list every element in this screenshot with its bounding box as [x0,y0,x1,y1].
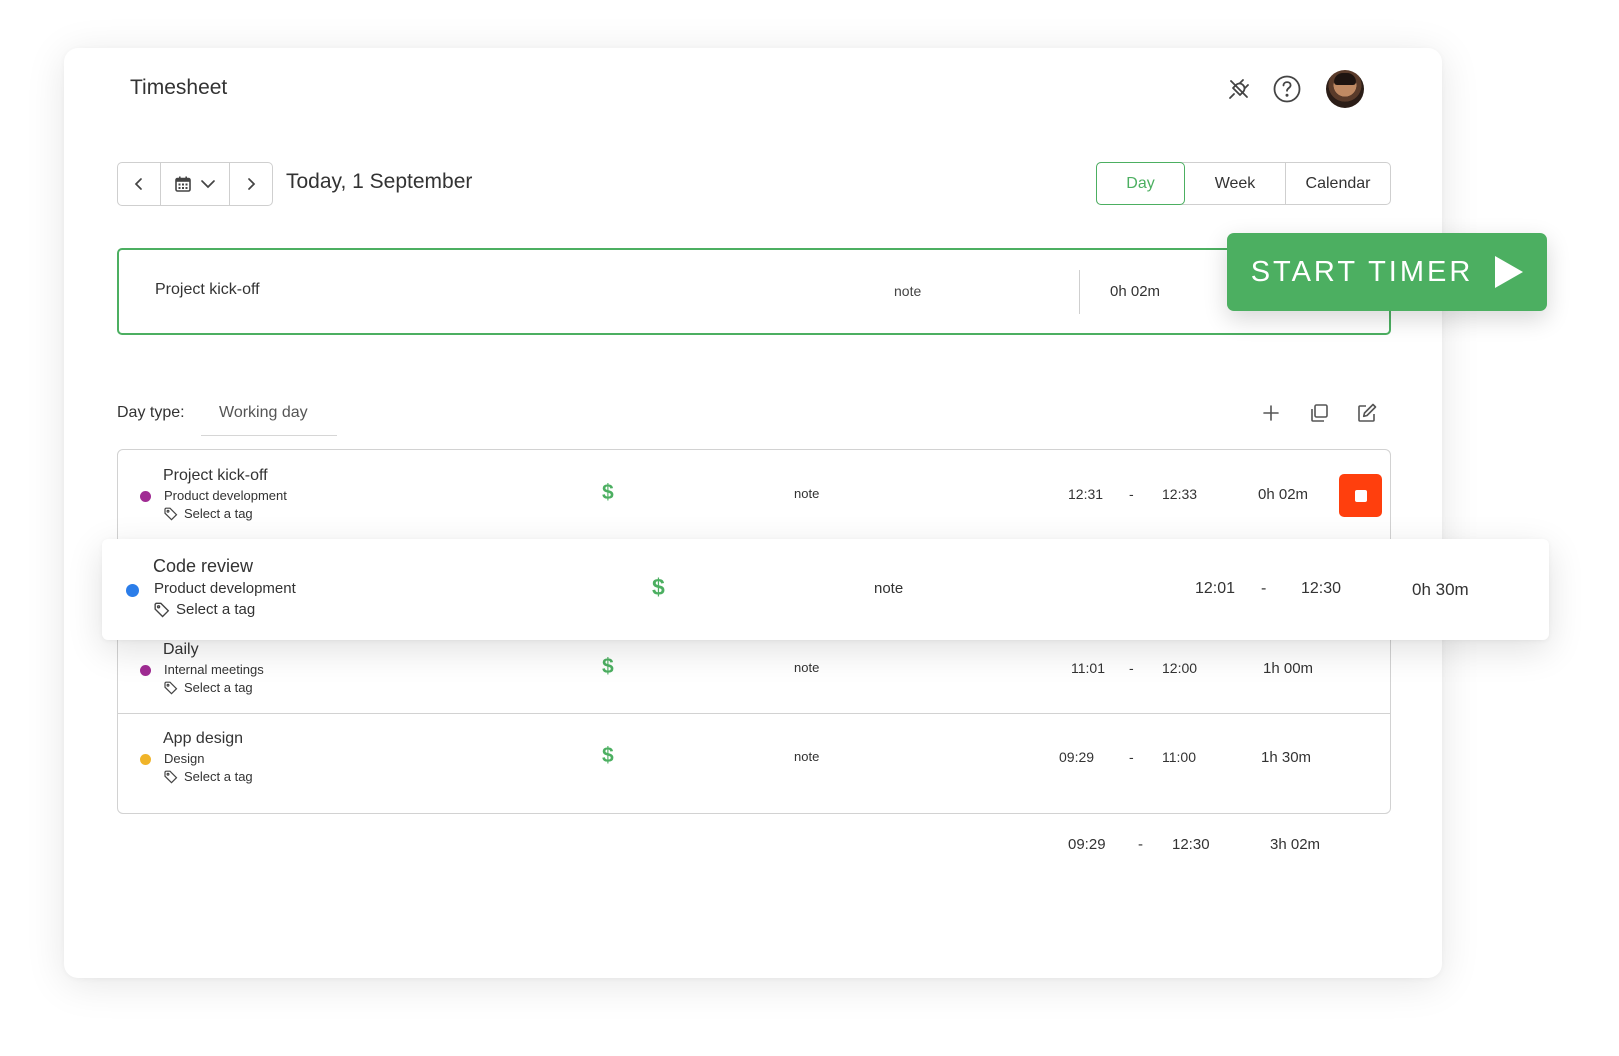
total-end-time: 12:30 [1172,836,1210,853]
entry-start-time[interactable]: 09:29 [1059,749,1094,765]
entry-duration: 0h 30m [1412,580,1469,599]
edit-entries-button[interactable] [1354,400,1380,426]
entry-start-time[interactable]: 11:01 [1071,660,1105,676]
entry-task[interactable]: App design [163,730,243,748]
entry-note[interactable]: note [794,486,819,501]
totals-row: 09:29 - 12:30 3h 02m [0,836,1619,856]
time-separator: - [1138,836,1143,853]
time-separator: - [1129,749,1134,765]
user-avatar[interactable] [1326,70,1364,108]
project-color-dot [126,584,139,597]
entry-task[interactable]: Daily [163,641,199,659]
billable-toggle[interactable]: $ [602,744,614,768]
copy-icon [1311,404,1328,422]
entry-tag-select[interactable]: Select a tag [164,769,253,784]
entry-duration: 1h 30m [1261,749,1312,766]
divider [1079,270,1080,314]
tab-week[interactable]: Week [1185,163,1286,204]
play-icon [1495,256,1524,288]
table-row[interactable]: App design Design Select a tag $ note 09… [118,713,1390,802]
header-actions [1222,70,1364,108]
entry-start-time[interactable]: 12:01 [1195,580,1235,598]
day-type-label: Day type: [117,404,185,421]
page-title: Timesheet [130,76,228,99]
current-date-label: Today, 1 September [286,170,473,193]
entry-end-time[interactable]: 12:00 [1162,660,1197,676]
tag-icon [164,681,178,695]
chevron-down-icon [201,180,215,189]
timer-duration: 0h 02m [1110,283,1161,300]
time-separator: - [1129,486,1134,502]
plus-icon [1263,405,1279,421]
day-type-select[interactable]: Working day [201,394,337,436]
view-tabs: Day Week Calendar [1096,162,1391,205]
entry-tag-label: Select a tag [184,769,253,784]
entry-tag-select[interactable]: Select a tag [164,506,253,521]
billable-toggle[interactable]: $ [602,655,614,679]
previous-day-button[interactable] [118,163,160,205]
entry-duration: 0h 02m [1258,486,1309,503]
calendar-icon [175,176,191,192]
date-navigator [117,162,273,206]
entry-note[interactable]: note [794,660,819,675]
entry-tag-label: Select a tag [184,680,253,695]
entry-actions [1258,400,1380,426]
table-row[interactable]: Project kick-off Product development Sel… [118,450,1390,539]
entry-project[interactable]: Internal meetings [164,662,264,677]
entry-project[interactable]: Product development [154,580,296,597]
project-color-dot [140,665,151,676]
start-timer-button[interactable]: START TIMER [1227,233,1547,311]
entry-end-time[interactable]: 12:30 [1301,580,1341,598]
entry-note[interactable]: note [794,749,819,764]
entry-end-time[interactable]: 12:33 [1162,486,1197,502]
entry-project[interactable]: Design [164,751,204,766]
edit-icon [1358,403,1377,422]
tab-day[interactable]: Day [1096,162,1185,205]
entry-tag-label: Select a tag [176,601,256,618]
time-separator: - [1261,580,1267,597]
billable-toggle[interactable]: $ [652,574,665,601]
help-circle-icon[interactable] [1270,72,1304,106]
entry-task[interactable]: Project kick-off [163,467,268,485]
next-day-button[interactable] [230,163,272,205]
entry-note[interactable]: note [874,580,903,597]
add-entry-button[interactable] [1258,400,1284,426]
time-separator: - [1129,660,1134,676]
entry-project[interactable]: Product development [164,488,287,503]
tag-icon [164,507,178,521]
timer-task-input[interactable]: Project kick-off [155,281,260,299]
entry-duration: 1h 00m [1263,660,1314,677]
timer-note-input[interactable]: note [894,283,921,299]
tab-calendar[interactable]: Calendar [1286,163,1390,204]
timer-bar: Project kick-off note 0h 02m [117,248,1391,335]
stop-timer-button[interactable] [1339,474,1382,517]
plug-icon[interactable] [1222,72,1256,106]
project-color-dot [140,491,151,502]
total-start-time: 09:29 [1068,836,1106,853]
stop-icon [1354,489,1367,502]
entry-tag-select[interactable]: Select a tag [164,680,253,695]
start-timer-label: START TIMER [1250,255,1474,288]
entry-task[interactable]: Code review [153,556,253,577]
project-color-dot [140,754,151,765]
billable-toggle[interactable]: $ [602,481,614,505]
dragged-entry-row[interactable]: Code review Product development Select a… [102,539,1549,640]
chevron-right-icon [248,178,256,190]
tag-icon [154,602,170,617]
tag-icon [164,770,178,784]
date-picker-button[interactable] [160,163,230,205]
entry-tag-label: Select a tag [184,506,253,521]
entry-end-time[interactable]: 11:00 [1162,749,1196,765]
entry-tag-select[interactable]: Select a tag [154,601,255,618]
chevron-left-icon [134,178,142,190]
entry-start-time[interactable]: 12:31 [1068,486,1103,502]
total-duration: 3h 02m [1270,836,1321,853]
copy-entries-button[interactable] [1306,400,1332,426]
